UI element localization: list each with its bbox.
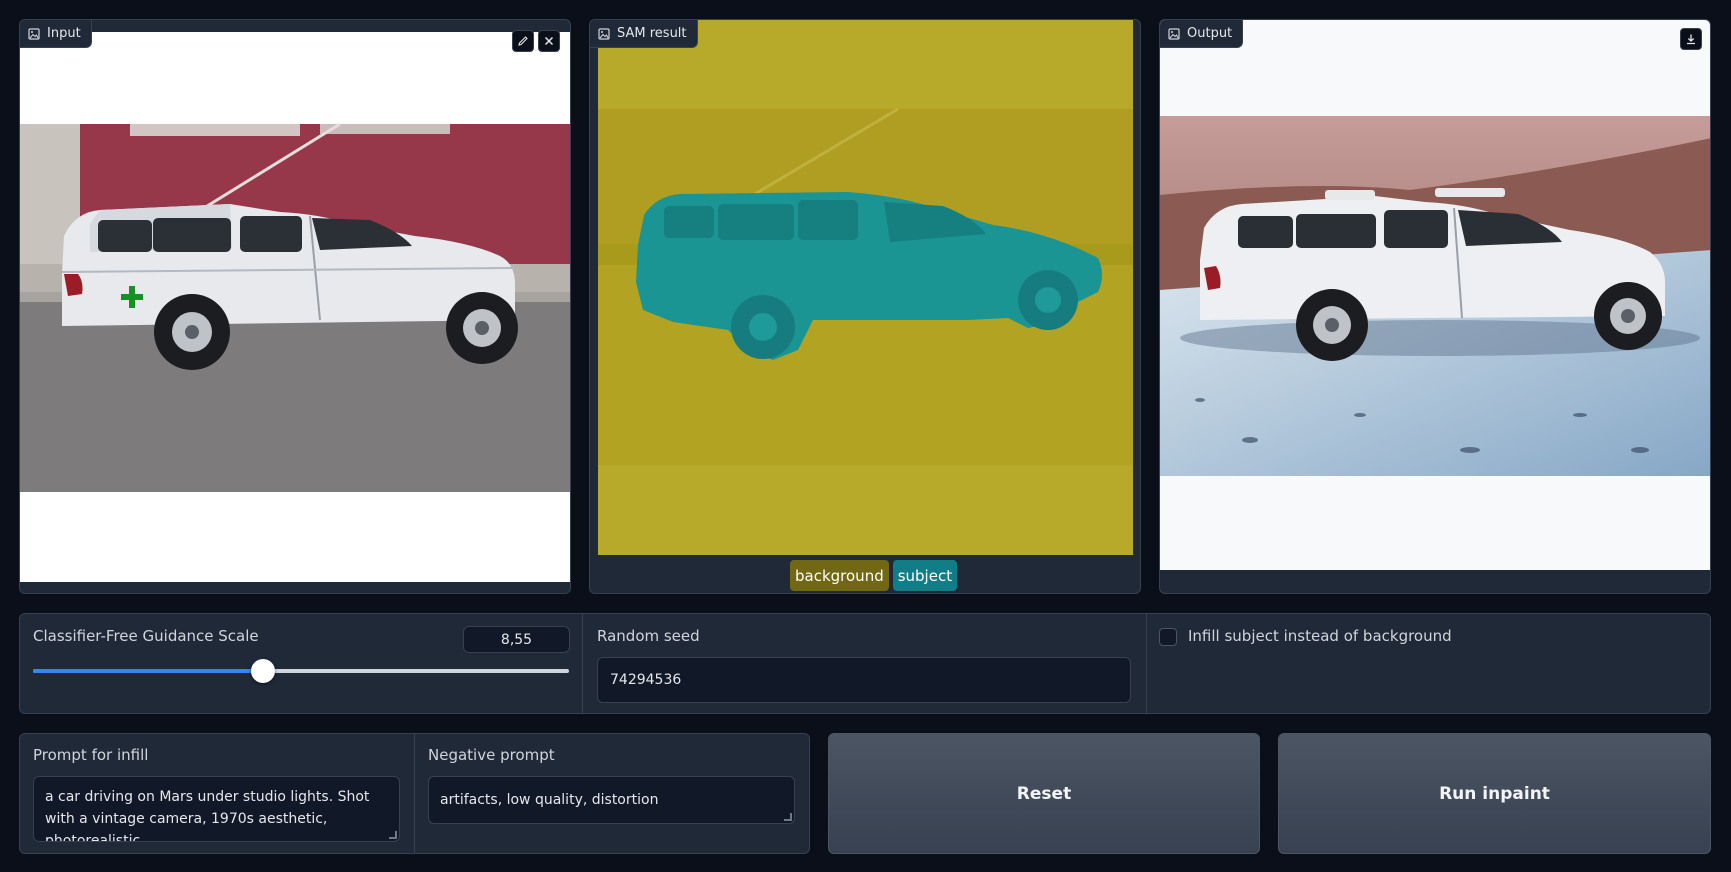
input-label-text: Input [47,26,81,41]
guidance-value-input[interactable] [463,626,570,653]
image-icon [598,27,610,40]
guidance-label: Classifier-Free Guidance Scale [33,627,259,645]
run-inpaint-button[interactable]: Run inpaint [1278,733,1711,854]
seed-input[interactable]: 74294536 [597,657,1131,703]
output-label-text: Output [1187,26,1233,41]
mask-legend: background subject [790,560,958,591]
input-label: Input [20,20,92,48]
infill-prompt-textarea[interactable]: a car driving on Mars under studio light… [33,776,400,842]
download-button[interactable] [1680,28,1702,50]
infill-prompt-group: Prompt for infill a car driving on Mars … [20,734,415,853]
controls-row: Classifier-Free Guidance Scale Random se… [19,613,1711,714]
edit-button[interactable] [512,30,534,52]
guidance-slider-thumb[interactable] [251,659,276,683]
close-icon [544,36,554,46]
seed-control: Random seed 74294536 [583,614,1147,713]
pencil-icon [518,36,528,46]
image-icon [28,27,40,40]
image-icon [1168,27,1180,40]
legend-background: background [790,560,889,591]
input-image-panel: Input [19,19,571,594]
negative-prompt-text: artifacts, low quality, distortion [440,792,659,808]
infill-prompt-label: Prompt for infill [33,746,149,764]
resize-handle[interactable] [784,813,792,821]
guidance-slider[interactable] [33,659,569,683]
negative-prompt-textarea[interactable]: artifacts, low quality, distortion [428,776,795,824]
guidance-control: Classifier-Free Guidance Scale [20,614,583,713]
prompts-panel: Prompt for infill a car driving on Mars … [19,733,810,854]
input-image[interactable] [20,32,570,582]
infill-subject-checkbox[interactable] [1159,628,1177,646]
guidance-slider-fill [33,669,264,673]
sam-label-text: SAM result [617,26,687,41]
negative-prompt-group: Negative prompt artifacts, low quality, … [415,734,809,853]
output-label: Output [1160,20,1244,48]
output-panel: Output [1159,19,1711,594]
seed-label: Random seed [597,627,700,645]
download-icon [1687,34,1695,45]
legend-subject: subject [892,560,958,591]
resize-handle[interactable] [389,831,397,839]
negative-prompt-label: Negative prompt [428,746,555,764]
reset-button[interactable]: Reset [828,733,1260,854]
sam-label: SAM result [590,20,698,48]
sam-result-image [598,20,1133,555]
infill-subject-option[interactable]: Infill subject instead of background [1147,614,1710,713]
infill-subject-label: Infill subject instead of background [1188,627,1452,645]
infill-prompt-text: a car driving on Mars under studio light… [45,789,370,842]
output-image [1160,20,1710,570]
sam-result-panel: SAM result background subject [589,19,1141,594]
clear-button[interactable] [538,30,560,52]
